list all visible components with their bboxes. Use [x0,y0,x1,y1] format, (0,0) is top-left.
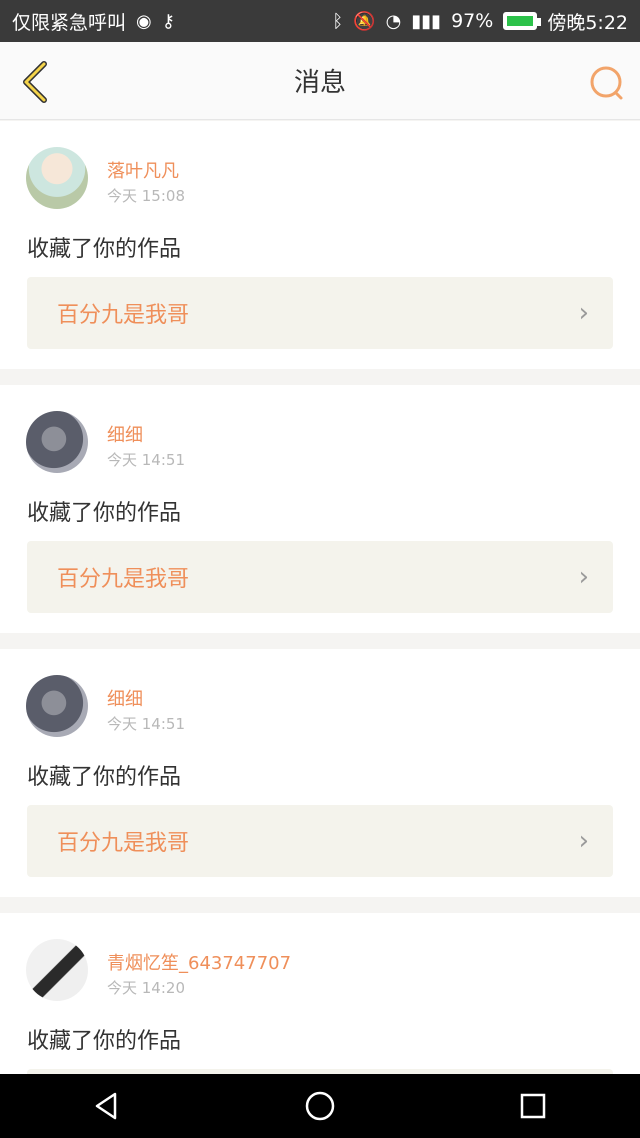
status-text: 仅限紧急呼叫 [12,11,127,34]
message-list: 落叶凡凡 今天 15:08 收藏了你的作品 百分九是我哥 › 细细 今天 14:… [0,121,640,1074]
work-link[interactable]: 百分九是我哥 › [27,805,613,877]
triangle-back-icon [95,1092,116,1120]
message-card[interactable]: 细细 今天 14:51 收藏了你的作品 百分九是我哥 › [0,649,640,897]
user-name[interactable]: 落叶凡凡 [107,157,179,183]
action-text: 收藏了你的作品 [27,501,182,526]
bluetooth-icon: ᛒ [332,10,344,32]
square-recents-icon [521,1093,546,1119]
work-link[interactable]: 百分九是我哥 › [27,541,613,613]
action-text: 收藏了你的作品 [27,237,182,262]
action-text: 收藏了你的作品 [27,765,182,790]
chevron-right-icon: › [578,298,589,328]
back-button[interactable] [14,58,58,106]
chevron-right-icon: › [578,826,589,856]
chevron-right-icon: › [578,562,589,592]
message-time: 今天 14:51 [107,451,185,469]
mute-icon: 🔕 [353,10,376,32]
avatar[interactable] [26,675,88,737]
user-name[interactable]: 细细 [107,421,143,447]
search-button[interactable] [586,62,626,102]
status-bar: 仅限紧急呼叫 ◉ ⚷ ᛒ 🔕 ◔ ▮▮▮ 97% 傍晚5:22 [0,0,640,42]
avatar[interactable] [26,939,88,1001]
work-title: 百分九是我哥 [57,303,190,328]
wifi-icon: ◔ [385,10,402,32]
system-nav-bar [0,1074,640,1138]
back-arrow-icon [23,61,47,103]
message-time: 今天 14:20 [107,979,185,997]
work-title: 百分九是我哥 [57,567,190,592]
app-header: 消息 [0,42,640,120]
nav-home-button[interactable] [290,1076,350,1136]
search-icon [590,66,623,100]
message-time: 今天 15:08 [107,187,185,205]
signal-icon: ▮▮▮ [411,10,442,32]
work-link[interactable]: 百分九是我哥 › [27,277,613,349]
message-card[interactable]: 青烟忆笙_643747707 今天 14:20 收藏了你的作品 › [0,913,640,1074]
message-time: 今天 14:51 [107,715,185,733]
user-name[interactable]: 细细 [107,685,143,711]
battery-icon [503,12,542,30]
avatar[interactable] [26,411,88,473]
page-title: 消息 [293,68,346,98]
work-title: 百分九是我哥 [57,831,190,856]
clock: 傍晚5:22 [547,11,628,34]
battery-percent: 97% [451,10,494,32]
status-left: 仅限紧急呼叫 ◉ ⚷ [12,8,175,35]
sync-icon: ◉ [136,10,152,32]
circle-home-icon [305,1091,335,1121]
status-right: ᛒ 🔕 ◔ ▮▮▮ 97% 傍晚5:22 [332,8,628,35]
key-icon: ⚷ [161,10,175,32]
message-card[interactable]: 落叶凡凡 今天 15:08 收藏了你的作品 百分九是我哥 › [0,121,640,369]
avatar[interactable] [26,147,88,209]
message-card[interactable]: 细细 今天 14:51 收藏了你的作品 百分九是我哥 › [0,385,640,633]
user-name[interactable]: 青烟忆笙_643747707 [107,949,291,975]
nav-recents-button[interactable] [503,1076,563,1136]
action-text: 收藏了你的作品 [27,1029,182,1054]
nav-back-button[interactable] [77,1076,137,1136]
